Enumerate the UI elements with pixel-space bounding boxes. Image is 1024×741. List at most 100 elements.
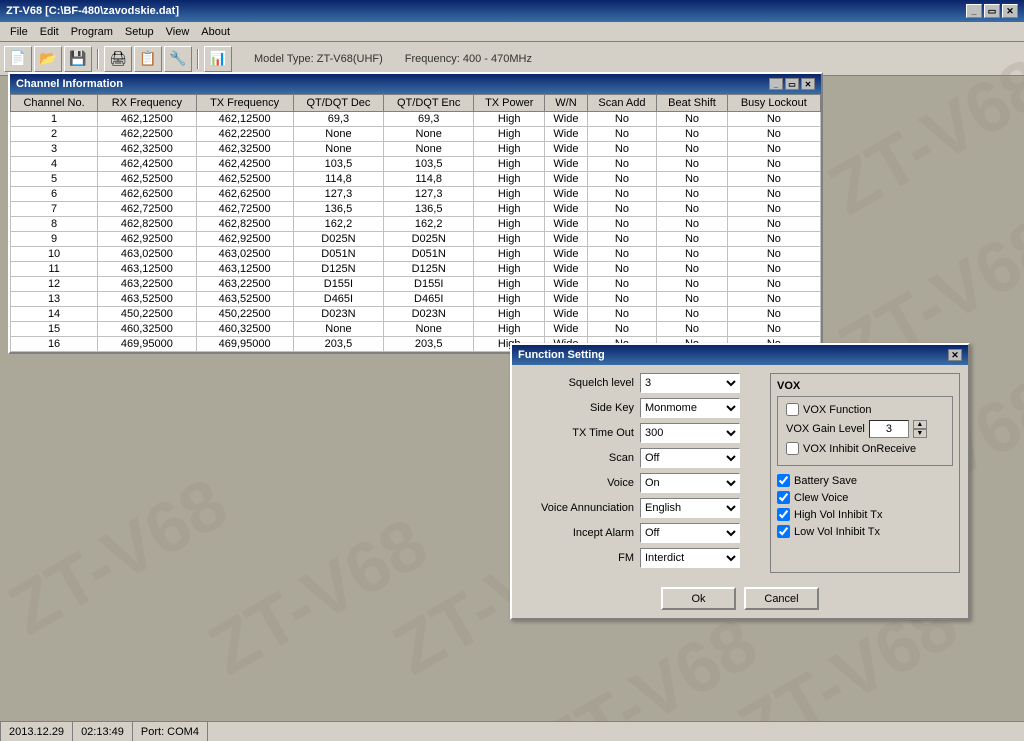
side-key-select[interactable]: MonmomeNone: [640, 398, 740, 418]
table-row[interactable]: 9462,92500462,92500D025ND025NHighWideNoN…: [11, 232, 821, 247]
menu-view[interactable]: View: [160, 24, 196, 40]
cell-8-7: No: [587, 232, 657, 247]
voice-annunciation-select[interactable]: EnglishChinese: [640, 498, 740, 518]
channel-window-restore[interactable]: ▭: [785, 78, 799, 90]
channel-table-container[interactable]: Channel No. RX Frequency TX Frequency QT…: [10, 94, 821, 352]
squelch-level-select[interactable]: 31245: [640, 373, 740, 393]
vox-gain-spinner[interactable]: ▲ ▼: [913, 420, 927, 438]
ok-button[interactable]: Ok: [661, 587, 736, 610]
toolbar-button-5[interactable]: 📋: [134, 46, 162, 72]
fm-select[interactable]: InterdictAllow: [640, 548, 740, 568]
table-row[interactable]: 11463,12500463,12500D125ND125NHighWideNo…: [11, 262, 821, 277]
table-row[interactable]: 6462,62500462,62500127,3127,3HighWideNoN…: [11, 187, 821, 202]
minimize-button[interactable]: _: [966, 4, 982, 18]
table-row[interactable]: 13463,52500463,52500D465ID465IHighWideNo…: [11, 292, 821, 307]
tx-timeout-select[interactable]: 30060120180240: [640, 423, 740, 443]
table-row[interactable]: 1462,12500462,1250069,369,3HighWideNoNoN…: [11, 112, 821, 127]
col-qt-enc: QT/DQT Enc: [384, 95, 474, 112]
table-row[interactable]: 10463,02500463,02500D051ND051NHighWideNo…: [11, 247, 821, 262]
fm-label: FM: [520, 552, 640, 564]
function-setting-dialog: Function Setting ✕ Squelch level 31245 S…: [510, 343, 970, 620]
cell-3-0: 4: [11, 157, 98, 172]
cell-14-6: Wide: [545, 322, 587, 337]
cell-7-2: 462,82500: [196, 217, 293, 232]
table-row[interactable]: 2462,22500462,22500NoneNoneHighWideNoNoN…: [11, 127, 821, 142]
battery-save-checkbox[interactable]: [777, 474, 790, 487]
table-row[interactable]: 4462,42500462,42500103,5103,5HighWideNoN…: [11, 157, 821, 172]
cell-7-7: No: [587, 217, 657, 232]
cell-11-0: 12: [11, 277, 98, 292]
cell-1-9: No: [727, 127, 820, 142]
voice-select[interactable]: OnOff: [640, 473, 740, 493]
cell-5-0: 6: [11, 187, 98, 202]
vox-function-checkbox[interactable]: [786, 403, 799, 416]
high-vol-checkbox[interactable]: [777, 508, 790, 521]
cell-1-0: 2: [11, 127, 98, 142]
table-header-row: Channel No. RX Frequency TX Frequency QT…: [11, 95, 821, 112]
cancel-button[interactable]: Cancel: [744, 587, 819, 610]
menu-file[interactable]: File: [4, 24, 34, 40]
cell-3-5: High: [474, 157, 545, 172]
scan-select[interactable]: OffOn: [640, 448, 740, 468]
vox-function-row: VOX Function: [786, 403, 944, 416]
cell-8-5: High: [474, 232, 545, 247]
toolbar-separator-2: [197, 49, 199, 69]
channel-window: Channel Information _ ▭ ✕ Channel No. RX…: [8, 72, 823, 354]
low-vol-checkbox[interactable]: [777, 525, 790, 538]
table-row[interactable]: 7462,72500462,72500136,5136,5HighWideNoN…: [11, 202, 821, 217]
close-button[interactable]: ✕: [1002, 4, 1018, 18]
menu-setup[interactable]: Setup: [119, 24, 160, 40]
menu-edit[interactable]: Edit: [34, 24, 65, 40]
cell-2-2: 462,32500: [196, 142, 293, 157]
table-row[interactable]: 3462,32500462,32500NoneNoneHighWideNoNoN…: [11, 142, 821, 157]
channel-window-minimize[interactable]: _: [769, 78, 783, 90]
vox-gain-down[interactable]: ▼: [913, 429, 927, 438]
clew-voice-label: Clew Voice: [794, 492, 848, 504]
menu-about[interactable]: About: [195, 24, 236, 40]
channel-window-close[interactable]: ✕: [801, 78, 815, 90]
col-beat-shift: Beat Shift: [657, 95, 727, 112]
toolbar-button-7[interactable]: 📊: [204, 46, 232, 72]
dialog-left-panel: Squelch level 31245 Side Key MonmomeNone…: [520, 373, 762, 573]
toolbar-print-button[interactable]: 🖨: [104, 46, 132, 72]
incept-alarm-select[interactable]: OffOn: [640, 523, 740, 543]
toolbar-save-button[interactable]: 💾: [64, 46, 92, 72]
vox-function-label: VOX Function: [803, 404, 871, 416]
cell-10-5: High: [474, 262, 545, 277]
cell-0-5: High: [474, 112, 545, 127]
cell-4-6: Wide: [545, 172, 587, 187]
vox-gain-up[interactable]: ▲: [913, 420, 927, 429]
table-row[interactable]: 14450,22500450,22500D023ND023NHighWideNo…: [11, 307, 821, 322]
table-row[interactable]: 12463,22500463,22500D155ID155IHighWideNo…: [11, 277, 821, 292]
cell-3-9: No: [727, 157, 820, 172]
clew-voice-checkbox[interactable]: [777, 491, 790, 504]
vox-inhibit-checkbox[interactable]: [786, 442, 799, 455]
cell-12-7: No: [587, 292, 657, 307]
dialog-close-button[interactable]: ✕: [948, 349, 962, 361]
app-title: ZT-V68 [C:\BF-480\zavodskie.dat]: [6, 5, 179, 17]
vox-gain-input[interactable]: [869, 420, 909, 438]
cell-6-2: 462,72500: [196, 202, 293, 217]
menu-program[interactable]: Program: [65, 24, 119, 40]
cell-10-4: D125N: [384, 262, 474, 277]
restore-button[interactable]: ▭: [984, 4, 1000, 18]
cell-2-3: None: [293, 142, 384, 157]
cell-10-1: 463,12500: [98, 262, 197, 277]
watermark-4: ZT-V68: [0, 462, 241, 651]
cell-7-6: Wide: [545, 217, 587, 232]
channel-window-title: Channel Information _ ▭ ✕: [10, 74, 821, 94]
cell-1-4: None: [384, 127, 474, 142]
toolbar-model-label: Model Type: ZT-V68(UHF): [254, 53, 383, 65]
toolbar-new-button[interactable]: 📄: [4, 46, 32, 72]
toolbar-open-button[interactable]: 📂: [34, 46, 62, 72]
toolbar-button-6[interactable]: 🔧: [164, 46, 192, 72]
table-row[interactable]: 15460,32500460,32500NoneNoneHighWideNoNo…: [11, 322, 821, 337]
table-row[interactable]: 8462,82500462,82500162,2162,2HighWideNoN…: [11, 217, 821, 232]
cell-4-5: High: [474, 172, 545, 187]
cell-11-6: Wide: [545, 277, 587, 292]
table-row[interactable]: 5462,52500462,52500114,8114,8HighWideNoN…: [11, 172, 821, 187]
cell-5-9: No: [727, 187, 820, 202]
cell-5-1: 462,62500: [98, 187, 197, 202]
cell-9-8: No: [657, 247, 727, 262]
cell-9-0: 10: [11, 247, 98, 262]
